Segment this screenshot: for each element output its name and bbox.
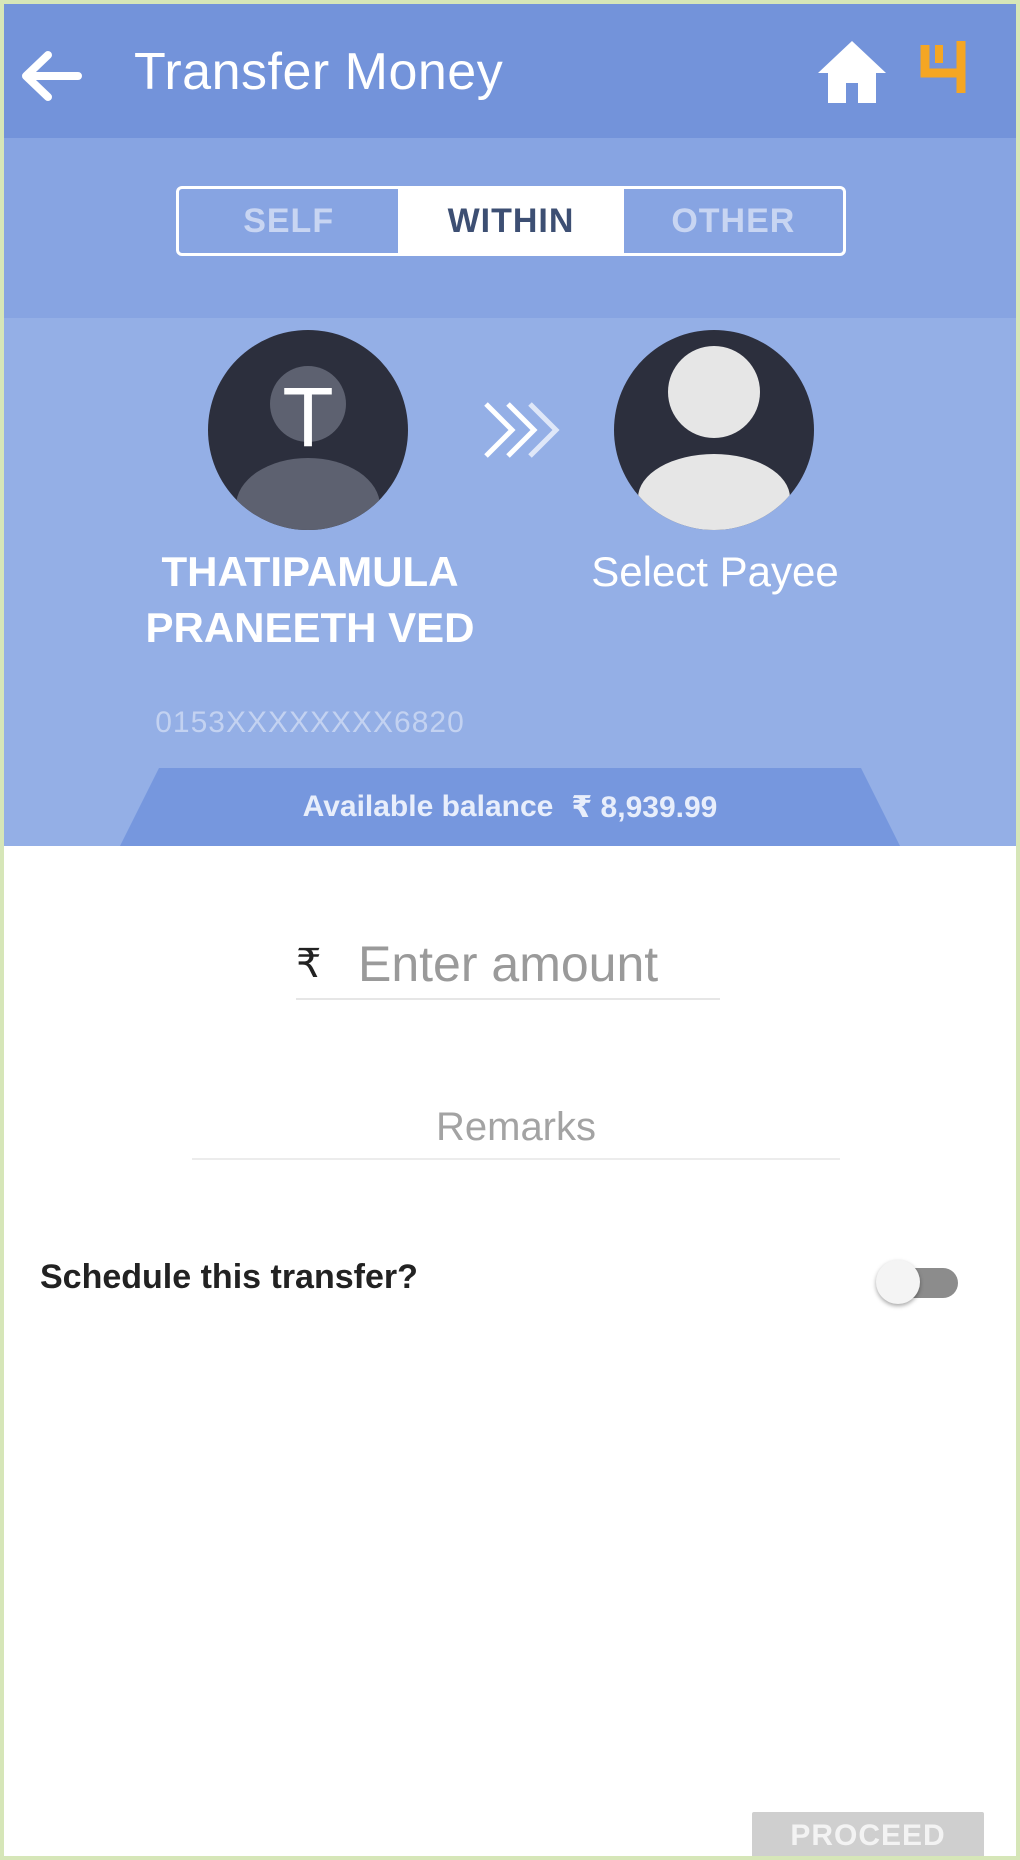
- currency-symbol: ₹: [296, 942, 322, 986]
- amount-field: ₹: [296, 930, 720, 1000]
- back-arrow-icon: [22, 51, 82, 101]
- tab-within[interactable]: WITHIN: [398, 189, 621, 253]
- balance-label: Available balance: [302, 790, 554, 823]
- app-bar: Transfer Money: [0, 0, 1020, 138]
- remarks-field: [192, 1096, 840, 1160]
- balance-amount: ₹ 8,939.99: [571, 790, 718, 824]
- schedule-transfer-toggle[interactable]: [876, 1258, 962, 1306]
- transfer-type-area: SELF WITHIN OTHER: [0, 138, 1020, 318]
- bank-logo-icon: [912, 32, 982, 102]
- transfer-type-selector: SELF WITHIN OTHER: [176, 186, 846, 256]
- amount-input[interactable]: [358, 935, 708, 993]
- select-payee-avatar[interactable]: [614, 330, 814, 530]
- available-balance-bar: Available balance ₹ 8,939.99: [120, 768, 900, 846]
- from-account-avatar: T: [208, 330, 408, 530]
- back-button[interactable]: [14, 40, 86, 112]
- from-account-initial: T: [282, 370, 333, 464]
- toggle-thumb: [876, 1260, 920, 1304]
- accounts-section: T THATIPAMULA PRANEETH VED 0153XXXXXXXX6…: [0, 318, 1020, 846]
- select-payee-label[interactable]: Select Payee: [560, 544, 870, 600]
- home-icon: [818, 41, 886, 103]
- proceed-button[interactable]: PROCEED: [752, 1812, 984, 1860]
- remarks-input[interactable]: [192, 1096, 840, 1158]
- home-button[interactable]: [812, 32, 892, 112]
- tab-other[interactable]: OTHER: [620, 189, 843, 253]
- from-account-number: 0153XXXXXXXX6820: [155, 706, 465, 739]
- from-account-name: THATIPAMULA PRANEETH VED: [145, 548, 475, 651]
- transfer-direction-icon: [484, 402, 560, 458]
- tab-self[interactable]: SELF: [179, 189, 398, 253]
- schedule-transfer-label: Schedule this transfer?: [40, 1258, 418, 1296]
- person-icon: [638, 346, 790, 530]
- page-title: Transfer Money: [134, 43, 504, 101]
